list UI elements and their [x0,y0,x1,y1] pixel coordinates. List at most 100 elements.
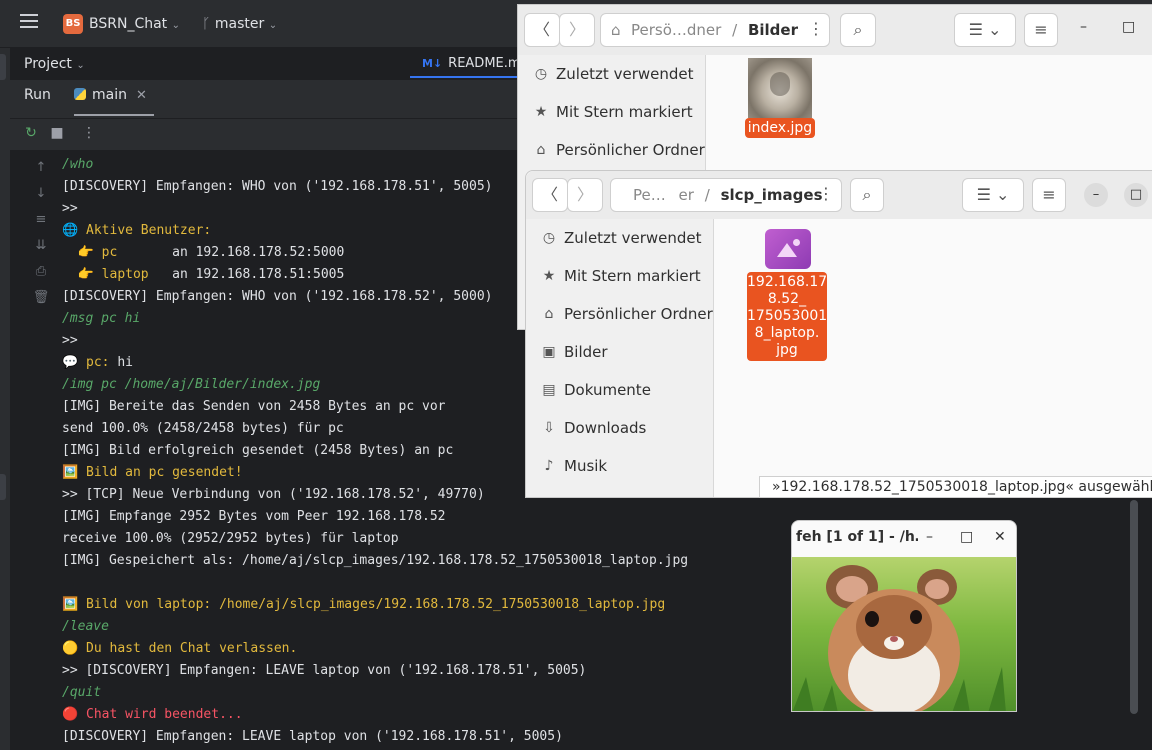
path-segment-home[interactable]: Persö…dner [631,21,721,39]
sidebar-item-label: Bilder [564,343,608,361]
more-options-icon[interactable]: ⋮ [80,124,98,142]
hamburger-menu-icon[interactable]: ≡ [1024,13,1058,47]
sidebar-item-label: Zuletzt verwendet [556,65,694,83]
sidebar-item[interactable]: ▣ Bilder [526,333,714,371]
main-menu-icon[interactable] [20,14,38,28]
scroll-down-icon[interactable]: ↓ [32,186,50,204]
console-line: /leave [62,619,109,634]
console-line: /quit [62,685,102,700]
maximize-button[interactable]: □ [1122,19,1135,35]
path-segment-current[interactable]: slcp_images [721,186,823,204]
path-separator: / [704,186,710,204]
hamburger-menu-icon[interactable]: ≡ [1032,178,1066,212]
search-icon[interactable]: ⌕ [850,178,884,212]
sidebar-item-label: Persönlicher Ordner [564,305,713,323]
clock-icon: ◷ [542,230,556,246]
view-toggle-button[interactable]: ☰ ⌄ [962,178,1024,212]
sidebar-item-label: Zuletzt verwendet [564,229,702,247]
maximize-button[interactable]: □ [1124,183,1148,207]
hamster-illustration [792,565,1006,711]
minimize-button[interactable]: – [926,529,933,545]
scrollbar[interactable] [1130,500,1138,714]
path-segment-parent[interactable]: er [679,186,694,204]
sidebar-item-label: Downloads [564,419,647,437]
clock-icon: ◷ [534,66,548,82]
soft-wrap-icon[interactable]: ≡ [32,212,50,230]
branch-selector[interactable]: ᚴ master ⌄ [202,14,277,36]
scroll-to-end-icon[interactable]: ⇊ [32,238,50,256]
image-thumbnail[interactable] [748,58,812,118]
close-button[interactable]: ✕ [994,529,1006,545]
print-icon[interactable]: ⎙ [32,264,50,282]
path-segment-current[interactable]: Bilder [748,21,798,39]
maximize-button[interactable]: □ [960,529,973,545]
console-line: [IMG] Empfange 2952 Bytes vom Peer 192.1… [62,509,446,524]
markdown-icon: M↓ [422,57,443,70]
view-toggle-button[interactable]: ☰ ⌄ [954,13,1016,47]
sidebar-item[interactable]: ⇩ Downloads [526,409,714,447]
star-icon: ★ [534,104,548,120]
selection-status: »192.168.178.52_1750530018_laptop.jpg« a… [759,476,1152,498]
home-icon: ⌂ [611,21,621,39]
header-bar: 〈 〉 ⌂ Persö…dner / Bilder ⋮ ⌕ ☰ ⌄ ≡ – □ [518,5,1152,55]
stop-icon[interactable]: ■ [48,124,66,142]
feh-image-viewer: feh [1 of 1] - /h… – □ ✕ [791,520,1017,712]
path-menu-icon[interactable]: ⋮ [812,178,840,212]
sidebar-item-label: Mit Stern markiert [556,103,693,121]
forward-button[interactable]: 〉 [567,178,603,212]
file-label-line: 8.52_ [767,291,807,307]
close-icon[interactable]: ✕ [136,88,147,103]
tab-readme[interactable]: M↓ README.md [410,50,530,78]
sidebar-item[interactable]: ★ Mit Stern markiert [526,257,714,295]
back-button[interactable]: 〈 [532,178,568,212]
sidebar-item[interactable]: ◷ Zuletzt verwendet [526,219,714,257]
rerun-icon[interactable]: ↻ [22,124,40,142]
path-menu-icon[interactable]: ⋮ [802,13,830,47]
sidebar: ◷ Zuletzt verwendet ★ Mit Stern markiert ⌂ Pe… [526,219,714,497]
sidebar-item[interactable]: ★ Mit Stern markiert [518,93,706,131]
sidebar-item-label: Mit Stern markiert [564,267,701,285]
sidebar-item[interactable]: ⌂ Persönlicher Ordner [526,295,714,333]
file-label-index[interactable]: index.jpg [745,118,815,138]
sidebar-item[interactable]: ◷ Zuletzt verwendet [518,55,706,93]
minimize-button[interactable]: – [1080,19,1087,35]
console-line: 🟡 Du hast den Chat verlassen. [62,641,298,656]
image-file-icon[interactable] [765,229,811,269]
back-button[interactable]: 〈 [524,13,560,47]
sidebar-item[interactable]: ▤ Dokumente [526,371,714,409]
sidebar-item-label: Persönlicher Ordner [556,141,705,159]
branch-icon: ᚴ [202,16,211,32]
file-label-line: 175053001 [747,308,828,324]
star-icon: ★ [542,268,556,284]
file-label-line: 8_laptop. [754,325,820,341]
sidebar-item[interactable]: ♪ Musik [526,447,714,485]
sidebar-item-label: Dokumente [564,381,651,399]
hamster-image [792,557,1016,711]
home-icon: ⌂ [544,306,554,322]
path-bar[interactable]: Pe… er / slcp_images [610,178,842,212]
branch-name: master [214,16,265,32]
search-icon[interactable]: ⌕ [840,13,876,47]
tool-window-strip [0,48,10,750]
console-line: 🖼️ Bild von laptop: /home/aj/slcp_images… [62,597,666,612]
minimize-button[interactable]: – [1084,183,1108,207]
console-line: [DISCOVERY] Empfangen: LEAVE laptop von … [62,729,563,744]
project-panel-label[interactable]: Project ⌄ [24,56,85,72]
forward-button[interactable]: 〉 [559,13,595,47]
sidebar-item[interactable]: ⌂ Persönlicher Ordner [518,131,706,169]
scroll-up-icon[interactable]: ↑ [32,160,50,178]
project-name: BSRN_Chat [89,16,168,32]
strip-tab[interactable] [0,474,6,500]
console-line: [IMG] Gespeichert als: /home/aj/slcp_ima… [62,553,689,568]
strip-tab[interactable] [0,54,6,80]
path-segment-home[interactable]: Pe… [633,186,666,204]
file-label-laptop[interactable]: 192.168.17 8.52_ 175053001 8_laptop. jpg [747,272,827,361]
sidebar-item-label: Musik [564,457,608,475]
chevron-down-icon: ⌄ [76,60,85,71]
trash-icon[interactable]: 🗑 [32,290,50,308]
project-badge: BS [63,14,83,34]
project-label-text: Project [24,56,72,72]
path-bar[interactable]: ⌂ Persö…dner / Bilder [600,13,830,47]
project-selector[interactable]: BSRN_Chat ⌄ [89,14,180,36]
run-panel-title: Run [24,87,51,103]
